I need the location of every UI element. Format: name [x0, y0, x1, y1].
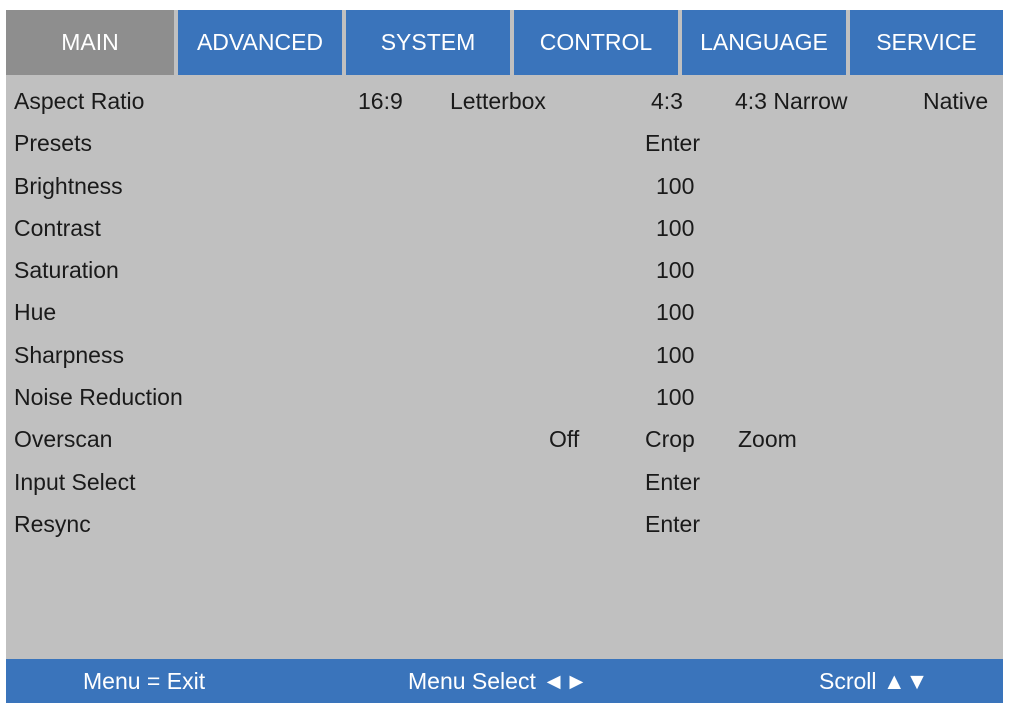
settings-list: Aspect Ratio 16:9 Letterbox 4:3 4:3 Narr…: [0, 80, 1009, 545]
brightness-value[interactable]: 100: [656, 165, 694, 207]
overscan-zoom-option[interactable]: Zoom: [738, 418, 797, 460]
saturation-row[interactable]: Saturation 100: [0, 249, 1009, 291]
tab-service[interactable]: SERVICE: [850, 10, 1003, 75]
saturation-value[interactable]: 100: [656, 249, 694, 291]
presets-row[interactable]: Presets Enter: [0, 122, 1009, 164]
tab-main[interactable]: MAIN: [6, 10, 174, 75]
aspect-4-3-narrow-option[interactable]: 4:3 Narrow: [735, 80, 847, 122]
hue-row[interactable]: Hue 100: [0, 291, 1009, 333]
overscan-off-option[interactable]: Off: [549, 418, 579, 460]
sharpness-value[interactable]: 100: [656, 334, 694, 376]
aspect-native-option[interactable]: Native: [923, 80, 988, 122]
contrast-label: Contrast: [14, 214, 101, 241]
saturation-label: Saturation: [14, 257, 119, 284]
overscan-row[interactable]: Overscan Off Crop Zoom: [0, 418, 1009, 460]
contrast-row[interactable]: Contrast 100: [0, 207, 1009, 249]
hue-label: Hue: [14, 299, 57, 326]
input-select-label: Input Select: [14, 468, 136, 495]
aspect-ratio-label: Aspect Ratio: [14, 88, 145, 114]
overscan-crop-option[interactable]: Crop: [645, 418, 695, 460]
menu-exit-hint: Menu = Exit: [83, 668, 206, 694]
resync-row[interactable]: Resync Enter: [0, 503, 1009, 545]
aspect-letterbox-option[interactable]: Letterbox: [450, 80, 546, 122]
resync-label: Resync: [14, 510, 91, 537]
aspect-16-9-option[interactable]: 16:9: [358, 80, 403, 122]
sharpness-row[interactable]: Sharpness 100: [0, 334, 1009, 376]
contrast-value[interactable]: 100: [656, 207, 694, 249]
aspect-ratio-row[interactable]: Aspect Ratio 16:9 Letterbox 4:3 4:3 Narr…: [0, 80, 1009, 122]
input-select-enter-button[interactable]: Enter: [645, 461, 700, 503]
hue-value[interactable]: 100: [656, 291, 694, 333]
aspect-4-3-option[interactable]: 4:3: [651, 80, 683, 122]
scroll-hint: Scroll ▲▼: [819, 668, 929, 694]
noise-reduction-row[interactable]: Noise Reduction 100: [0, 376, 1009, 418]
overscan-label: Overscan: [14, 426, 113, 453]
tab-system[interactable]: SYSTEM: [346, 10, 510, 75]
presets-label: Presets: [14, 130, 92, 157]
tab-advanced[interactable]: ADVANCED: [178, 10, 342, 75]
brightness-row[interactable]: Brightness 100: [0, 165, 1009, 207]
tab-language[interactable]: LANGUAGE: [682, 10, 846, 75]
brightness-label: Brightness: [14, 172, 123, 199]
menu-select-hint: Menu Select ◄►: [408, 668, 588, 694]
noise-reduction-value[interactable]: 100: [656, 376, 694, 418]
tab-control[interactable]: CONTROL: [514, 10, 678, 75]
sharpness-label: Sharpness: [14, 341, 124, 368]
tab-bar: MAIN ADVANCED SYSTEM CONTROL LANGUAGE SE…: [6, 10, 1003, 75]
noise-reduction-label: Noise Reduction: [14, 384, 183, 411]
input-select-row[interactable]: Input Select Enter: [0, 461, 1009, 503]
presets-enter-button[interactable]: Enter: [645, 122, 700, 164]
resync-enter-button[interactable]: Enter: [645, 503, 700, 545]
help-bar: Menu = Exit Menu Select ◄► Scroll ▲▼: [6, 659, 1003, 703]
